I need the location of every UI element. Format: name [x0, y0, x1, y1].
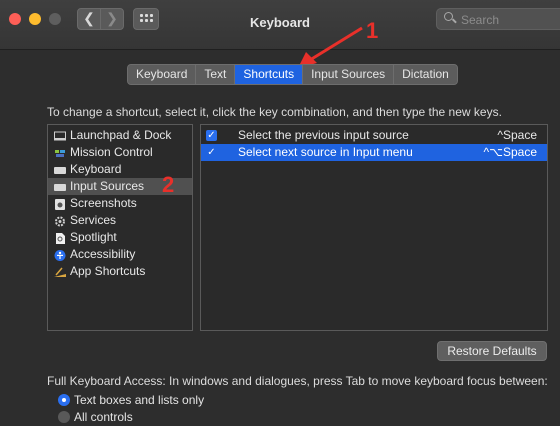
- keyboard-icon: [54, 164, 66, 175]
- title-bar: ❮ ❯ Keyboard: [0, 0, 560, 50]
- shortcut-key-combo[interactable]: ^Space: [497, 127, 537, 144]
- tab-bar: Keyboard Text Shortcuts Input Sources Di…: [127, 64, 458, 85]
- spotlight-icon: [54, 232, 66, 244]
- category-label: Mission Control: [70, 145, 153, 159]
- shortcut-row-previous-source[interactable]: ✓ Select the previous input source ^Spac…: [201, 127, 547, 144]
- shortcut-checkbox[interactable]: ✓: [206, 147, 217, 158]
- category-launchpad-dock[interactable]: Launchpad & Dock: [48, 127, 192, 144]
- category-app-shortcuts[interactable]: App Shortcuts: [48, 263, 192, 280]
- input-sources-icon: [54, 181, 66, 192]
- radio-button[interactable]: [58, 411, 70, 423]
- screenshots-icon: [54, 198, 66, 210]
- category-label: Screenshots: [70, 196, 137, 210]
- radio-label: All controls: [74, 410, 133, 424]
- category-spotlight[interactable]: Spotlight: [48, 229, 192, 246]
- tab-shortcuts[interactable]: Shortcuts: [235, 65, 304, 84]
- services-gear-icon: [54, 215, 66, 227]
- search-field[interactable]: [436, 8, 560, 30]
- restore-defaults-button[interactable]: Restore Defaults: [437, 341, 547, 361]
- accessibility-icon: [54, 249, 66, 261]
- shortcut-checkbox[interactable]: ✓: [206, 130, 217, 141]
- shortcut-key-combo[interactable]: ^⌥Space: [484, 144, 537, 161]
- shortcut-list: ✓ Select the previous input source ^Spac…: [200, 124, 548, 331]
- category-label: Launchpad & Dock: [70, 128, 172, 142]
- category-label: Accessibility: [70, 247, 136, 261]
- instruction-text: To change a shortcut, select it, click t…: [47, 105, 502, 119]
- app-shortcuts-icon: [54, 266, 66, 277]
- tab-text[interactable]: Text: [196, 65, 236, 84]
- search-input[interactable]: [459, 11, 558, 28]
- launchpad-dock-icon: [54, 130, 66, 141]
- shortcut-label: Select the previous input source: [238, 128, 409, 142]
- search-icon: [444, 12, 453, 21]
- category-label: Services: [70, 213, 117, 227]
- tab-dictation[interactable]: Dictation: [394, 65, 457, 84]
- tab-input-sources[interactable]: Input Sources: [303, 65, 395, 84]
- category-list: Launchpad & Dock Mission Control Keyboar…: [47, 124, 193, 331]
- category-label: App Shortcuts: [70, 264, 146, 278]
- tab-keyboard[interactable]: Keyboard: [128, 65, 197, 84]
- full-keyboard-access-text: Full Keyboard Access: In windows and dia…: [47, 374, 548, 388]
- category-mission-control[interactable]: Mission Control: [48, 144, 192, 161]
- category-label: Spotlight: [70, 230, 117, 244]
- mission-control-icon: [54, 147, 66, 158]
- shortcut-row-next-source[interactable]: ✓ Select next source in Input menu ^⌥Spa…: [201, 144, 547, 161]
- category-label: Input Sources: [70, 179, 145, 193]
- annotation-number-2: 2: [162, 172, 175, 197]
- category-accessibility[interactable]: Accessibility: [48, 246, 192, 263]
- shortcut-label: Select next source in Input menu: [238, 145, 413, 159]
- radio-label: Text boxes and lists only: [74, 393, 205, 407]
- radio-button[interactable]: [58, 394, 70, 406]
- category-label: Keyboard: [70, 162, 122, 176]
- category-services[interactable]: Services: [48, 212, 192, 229]
- annotation-number-1: 1: [366, 18, 379, 43]
